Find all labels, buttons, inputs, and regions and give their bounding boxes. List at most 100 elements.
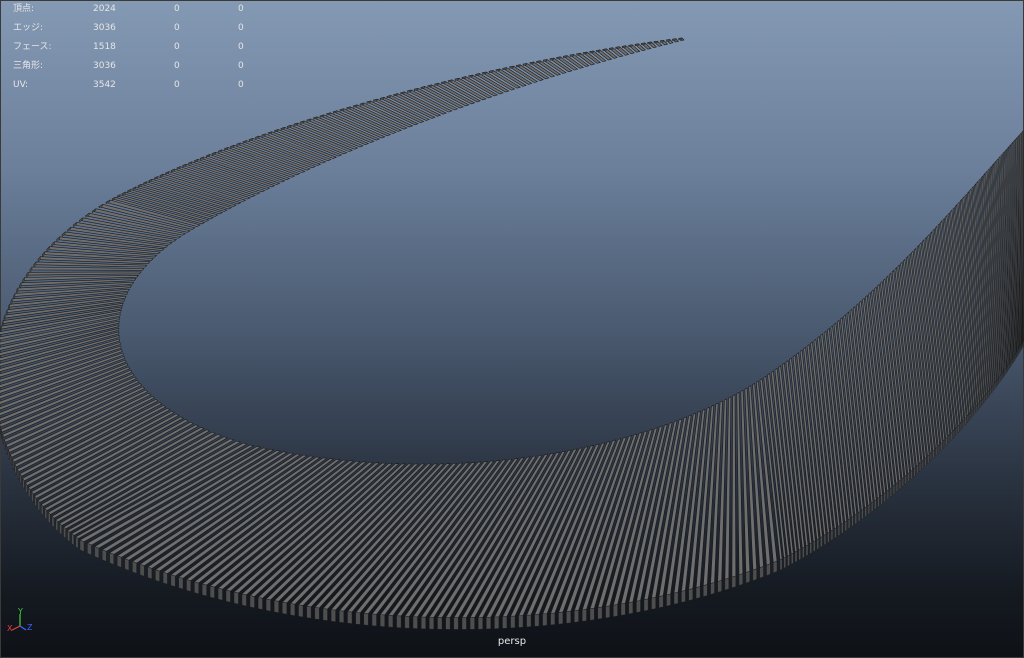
- plank-side: [67, 226, 72, 233]
- plank-side: [779, 558, 783, 571]
- scene-canvas[interactable]: [0, 0, 1024, 658]
- plank-side: [461, 617, 467, 630]
- hud-count: 2024: [93, 4, 116, 14]
- hud-label: 三角形:: [13, 61, 44, 71]
- plank-side: [583, 51, 588, 55]
- plank-side: [883, 491, 886, 503]
- plank-side: [79, 217, 84, 223]
- plank-side: [794, 550, 798, 563]
- hud-count: 3542: [93, 80, 116, 90]
- plank-side: [969, 411, 971, 421]
- plank-side: [596, 49, 601, 53]
- plank-side: [731, 575, 736, 589]
- plank-side: [404, 616, 410, 629]
- plank-side: [666, 39, 670, 42]
- plank-side: [132, 561, 137, 574]
- plank: [25, 271, 142, 276]
- plank-side: [445, 617, 451, 630]
- plank-side: [510, 615, 516, 629]
- plank-side: [964, 416, 967, 426]
- plank-side: [412, 616, 418, 629]
- plank-side: [298, 604, 304, 618]
- plank: [731, 394, 737, 578]
- plank-side: [602, 48, 607, 52]
- plank-side: [766, 563, 771, 576]
- plank-side: [895, 482, 898, 493]
- plank-side: [783, 556, 786, 569]
- plank-side: [628, 601, 634, 615]
- plank-side: [48, 511, 51, 525]
- plank-side: [1003, 369, 1005, 378]
- plank-side: [904, 474, 907, 485]
- plank-side: [653, 40, 658, 44]
- plank-side: [67, 530, 70, 543]
- plank-side: [518, 615, 524, 628]
- hud-count: 3036: [93, 23, 116, 33]
- hud-row-uvs: UV: 3542 0 0: [13, 76, 258, 95]
- plank-side: [940, 441, 943, 452]
- plank-side: [919, 462, 922, 473]
- plank-side: [347, 611, 353, 624]
- plank-side: [41, 503, 44, 517]
- hud-extra: 0: [238, 23, 244, 33]
- plank-side: [51, 515, 55, 528]
- plank-side: [979, 399, 982, 409]
- plank-side: [993, 382, 995, 392]
- plank-side: [916, 464, 919, 475]
- plank-side: [534, 614, 540, 627]
- plank-side: [87, 542, 92, 556]
- plank-side: [658, 595, 664, 609]
- plank-side: [1021, 342, 1023, 349]
- plank-side: [330, 609, 336, 622]
- plank-side: [745, 571, 750, 584]
- plank-side: [225, 589, 231, 603]
- hud-extra: 0: [238, 42, 244, 52]
- plank-side: [71, 533, 75, 546]
- plank-side: [620, 603, 626, 616]
- plank-side: [582, 609, 587, 622]
- plank-side: [962, 419, 965, 429]
- hud-extra: 0: [238, 80, 244, 90]
- plank-side: [589, 50, 594, 54]
- plank-side: [194, 581, 199, 595]
- plank-side: [589, 607, 595, 621]
- plank-side: [989, 387, 992, 396]
- plank-side: [550, 612, 556, 626]
- plank-side: [901, 477, 904, 488]
- plank-side: [1012, 356, 1014, 364]
- plank-side: [139, 564, 145, 577]
- plank-side: [886, 489, 889, 501]
- hud-selected: 0: [174, 61, 180, 71]
- plank-side: [162, 571, 168, 585]
- plank-side: [830, 529, 834, 541]
- plank-side: [867, 504, 870, 515]
- hud-count: 1518: [93, 42, 116, 52]
- plank-side: [678, 37, 683, 41]
- plank-side: [339, 610, 344, 623]
- x-axis-line: [11, 625, 21, 631]
- plank-side: [971, 409, 973, 419]
- plank-side: [651, 597, 656, 610]
- plank-side: [486, 616, 491, 630]
- plank-side: [241, 593, 247, 607]
- plank-side: [609, 47, 614, 51]
- plank-side: [861, 508, 864, 520]
- plank-side: [710, 582, 715, 595]
- heads-up-display: 頂点: 2024 0 0 エッジ: 3036 0 0 フェース: 1518 0 …: [13, 0, 258, 95]
- plank-side: [864, 506, 867, 518]
- plank-side: [217, 587, 223, 601]
- plank-side: [37, 256, 41, 263]
- plank-side: [898, 479, 901, 491]
- plank-track-mesh[interactable]: [0, 37, 1024, 630]
- plank-side: [1002, 371, 1004, 380]
- plank-side: [1018, 348, 1020, 356]
- plank-side: [844, 520, 847, 532]
- plank-side: [930, 451, 932, 462]
- plank-side: [290, 603, 296, 616]
- maya-viewport[interactable]: 頂点: 2024 0 0 エッジ: 3036 0 0 フェース: 1518 0 …: [0, 0, 1024, 658]
- plank-side: [478, 617, 483, 630]
- plank-side: [257, 597, 263, 610]
- plank-side: [791, 552, 794, 565]
- plank-side: [957, 424, 960, 434]
- plank-side: [388, 615, 394, 628]
